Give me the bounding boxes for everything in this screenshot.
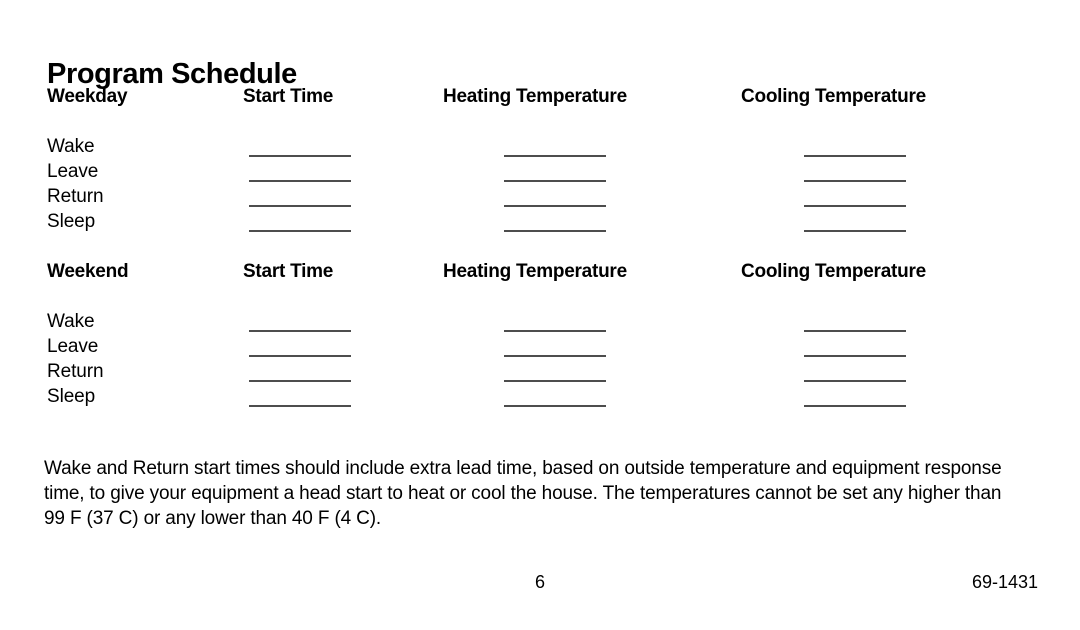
weekend-schedule-table: Weekend Start Time Heating Temperature C… <box>0 261 1080 415</box>
table-row: Wake <box>0 136 1080 161</box>
weekday-leave-cooling-temperature-field[interactable] <box>804 180 906 182</box>
weekend-return-heating-temperature-field[interactable] <box>504 380 606 382</box>
page-number: 6 <box>534 572 545 592</box>
weekday-wake-start-time-field[interactable] <box>249 155 351 157</box>
column-header-cooling-temperature: Cooling Temperature <box>741 261 926 282</box>
column-header-cooling-temperature: Cooling Temperature <box>741 86 926 107</box>
column-header-heating-temperature: Heating Temperature <box>443 86 627 107</box>
weekday-sleep-heating-temperature-field[interactable] <box>504 230 606 232</box>
column-header-weekday: Weekday <box>47 86 128 107</box>
weekend-rows: Wake Leave Return Sleep <box>0 311 1080 415</box>
document-page: Program Schedule Weekday Start Time Heat… <box>0 0 1080 630</box>
schedule-note-text: Wake and Return start times should inclu… <box>44 458 1002 529</box>
weekend-wake-heating-temperature-field[interactable] <box>504 330 606 332</box>
weekend-return-cooling-temperature-field[interactable] <box>804 380 906 382</box>
weekend-column-headers: Weekend Start Time Heating Temperature C… <box>0 261 1080 287</box>
weekday-return-heating-temperature-field[interactable] <box>504 205 606 207</box>
column-header-start-time: Start Time <box>243 261 334 282</box>
weekend-sleep-heating-temperature-field[interactable] <box>504 405 606 407</box>
weekend-leave-heating-temperature-field[interactable] <box>504 355 606 357</box>
column-header-start-time: Start Time <box>243 86 334 107</box>
row-label-sleep: Sleep <box>47 386 96 407</box>
row-label-leave: Leave <box>47 161 99 182</box>
row-label-sleep: Sleep <box>47 211 96 232</box>
weekday-wake-cooling-temperature-field[interactable] <box>804 155 906 157</box>
weekday-schedule-table: Weekday Start Time Heating Temperature C… <box>0 86 1080 240</box>
weekday-column-headers: Weekday Start Time Heating Temperature C… <box>0 86 1080 112</box>
weekend-wake-cooling-temperature-field[interactable] <box>804 330 906 332</box>
table-row: Return <box>0 186 1080 211</box>
weekday-return-start-time-field[interactable] <box>249 205 351 207</box>
table-row: Wake <box>0 311 1080 336</box>
weekday-leave-heating-temperature-field[interactable] <box>504 180 606 182</box>
column-header-heating-temperature: Heating Temperature <box>443 261 627 282</box>
column-header-weekend: Weekend <box>47 261 129 282</box>
weekday-leave-start-time-field[interactable] <box>249 180 351 182</box>
weekend-sleep-cooling-temperature-field[interactable] <box>804 405 906 407</box>
row-label-wake: Wake <box>47 311 95 332</box>
table-row: Sleep <box>0 211 1080 236</box>
table-row: Leave <box>0 161 1080 186</box>
row-label-leave: Leave <box>47 336 99 357</box>
weekend-return-start-time-field[interactable] <box>249 380 351 382</box>
weekend-leave-start-time-field[interactable] <box>249 355 351 357</box>
weekend-wake-start-time-field[interactable] <box>249 330 351 332</box>
weekend-sleep-start-time-field[interactable] <box>249 405 351 407</box>
table-row: Leave <box>0 336 1080 361</box>
weekend-leave-cooling-temperature-field[interactable] <box>804 355 906 357</box>
weekday-sleep-start-time-field[interactable] <box>249 230 351 232</box>
weekday-return-cooling-temperature-field[interactable] <box>804 205 906 207</box>
weekday-wake-heating-temperature-field[interactable] <box>504 155 606 157</box>
document-code: 69-1431 <box>971 572 1038 592</box>
weekday-rows: Wake Leave Return Sleep <box>0 136 1080 240</box>
row-label-return: Return <box>47 361 104 382</box>
page-footer: 6 69-1431 <box>0 571 1080 597</box>
weekday-sleep-cooling-temperature-field[interactable] <box>804 230 906 232</box>
row-label-wake: Wake <box>47 136 95 157</box>
row-label-return: Return <box>47 186 104 207</box>
table-row: Return <box>0 361 1080 386</box>
table-row: Sleep <box>0 386 1080 411</box>
